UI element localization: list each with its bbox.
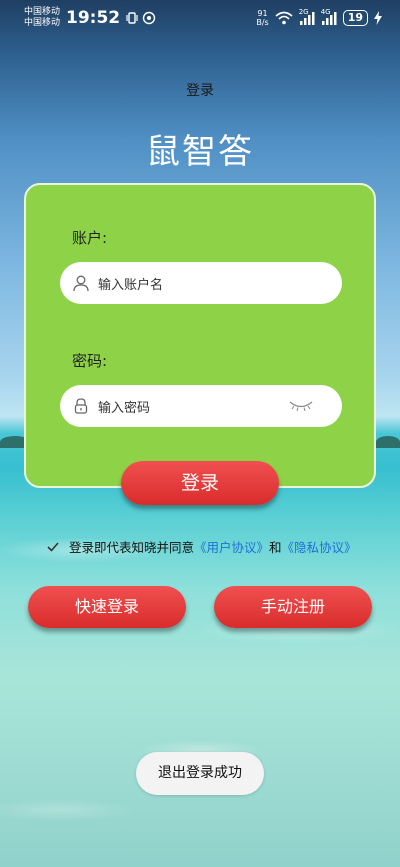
password-input[interactable]: 输入密码	[60, 385, 342, 427]
vibrate-icon	[126, 12, 138, 24]
notification-icons	[126, 11, 156, 25]
status-right: 91 B/s 2G 4G 19	[256, 8, 382, 27]
wifi-icon	[275, 11, 293, 25]
logout-success-toast: 退出登录成功	[136, 752, 264, 795]
privacy-policy-link[interactable]: 《隐私协议》	[282, 537, 357, 556]
carrier-2: 中国移动	[24, 18, 61, 28]
signal-2-label: 4G	[320, 7, 331, 16]
lock-icon	[72, 397, 90, 415]
app-notification-icon	[142, 11, 156, 25]
battery-level: 19	[342, 10, 368, 26]
carrier-info: 中国移动 中国移动	[24, 7, 60, 29]
shore-right	[376, 436, 400, 448]
status-time: 19:52	[66, 8, 121, 28]
login-card: 账户: 输入账户名 密码: 输入密码	[24, 183, 376, 488]
net-speed-value: 91	[257, 9, 268, 18]
user-agreement-link[interactable]: 《用户协议》	[194, 537, 269, 556]
app-title: 鼠智答	[146, 132, 254, 172]
agreement-prefix: 登录即代表知晓并同意	[69, 540, 195, 555]
check-icon	[47, 541, 59, 552]
carrier-1: 中国移动	[24, 7, 61, 17]
signal-1: 2G	[299, 8, 315, 25]
password-placeholder: 输入密码	[98, 400, 151, 416]
page-title: 登录	[186, 83, 214, 99]
signal-1-label: 2G	[298, 7, 309, 16]
agreement-row: 登录即代表知晓并同意 《用户协议》 和 《隐私协议》	[46, 537, 357, 556]
signal-2: 4G	[321, 8, 337, 25]
manual-register-button[interactable]: 手动注册	[214, 586, 372, 628]
agreement-checkbox[interactable]	[46, 540, 60, 554]
eye-closed-icon[interactable]	[288, 398, 314, 417]
status-bar: 中国移动 中国移动 19:52 91 B/s 2G 4G 19	[0, 0, 400, 36]
password-label: 密码:	[72, 352, 108, 370]
account-label: 账户:	[72, 229, 108, 247]
user-icon	[72, 274, 90, 292]
net-speed: 91 B/s	[256, 9, 268, 27]
account-placeholder: 输入账户名	[98, 277, 164, 293]
quick-login-button[interactable]: 快速登录	[28, 586, 186, 628]
agreement-conjunction: 和	[269, 540, 282, 555]
account-input[interactable]: 输入账户名	[60, 262, 342, 304]
charging-icon	[374, 11, 382, 25]
login-button[interactable]: 登录	[121, 461, 279, 505]
net-speed-unit: B/s	[256, 18, 269, 27]
